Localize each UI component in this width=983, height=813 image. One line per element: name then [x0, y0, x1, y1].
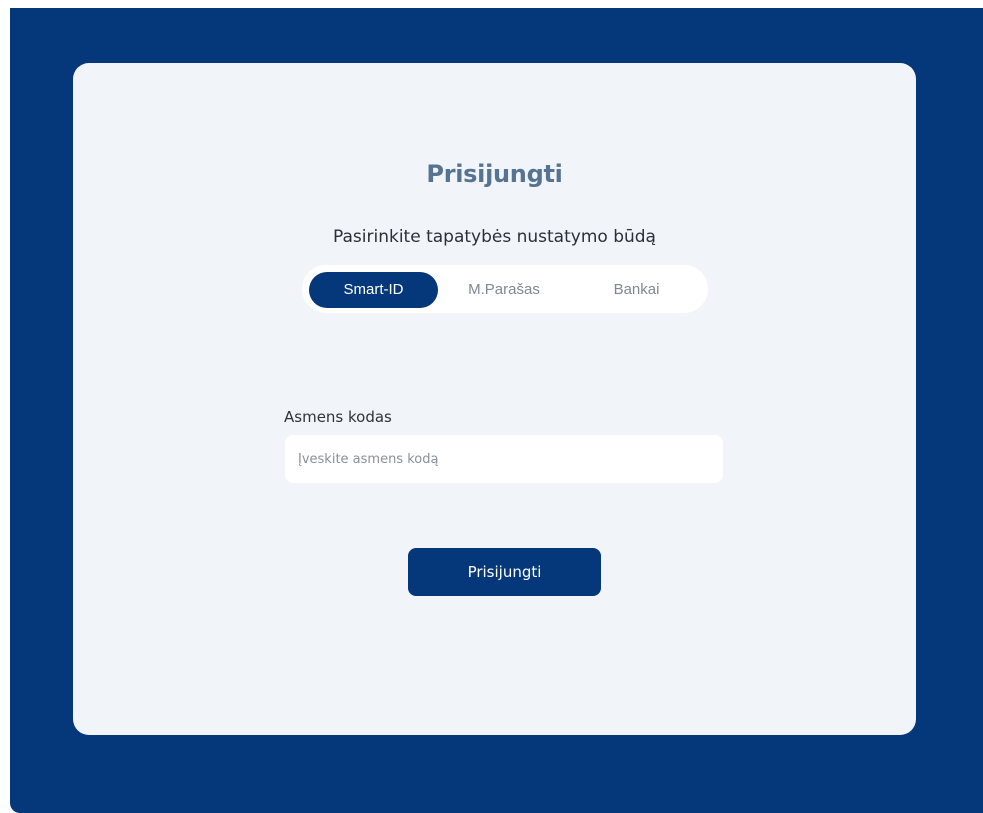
personal-code-label: Asmens kodas	[284, 408, 392, 426]
login-card: Prisijungti Pasirinkite tapatybės nustat…	[73, 63, 916, 735]
personal-code-input[interactable]	[285, 435, 723, 483]
tab-m-parasas[interactable]: M.Parašas	[444, 272, 564, 308]
tab-smart-id[interactable]: Smart-ID	[309, 272, 438, 308]
login-button[interactable]: Prisijungti	[408, 548, 601, 596]
tab-bankai[interactable]: Bankai	[574, 272, 699, 308]
page-title: Prisijungti	[426, 160, 563, 188]
auth-method-tabs: Smart-ID M.Parašas Bankai	[302, 265, 708, 313]
auth-method-prompt: Pasirinkite tapatybės nustatymo būdą	[333, 227, 656, 247]
